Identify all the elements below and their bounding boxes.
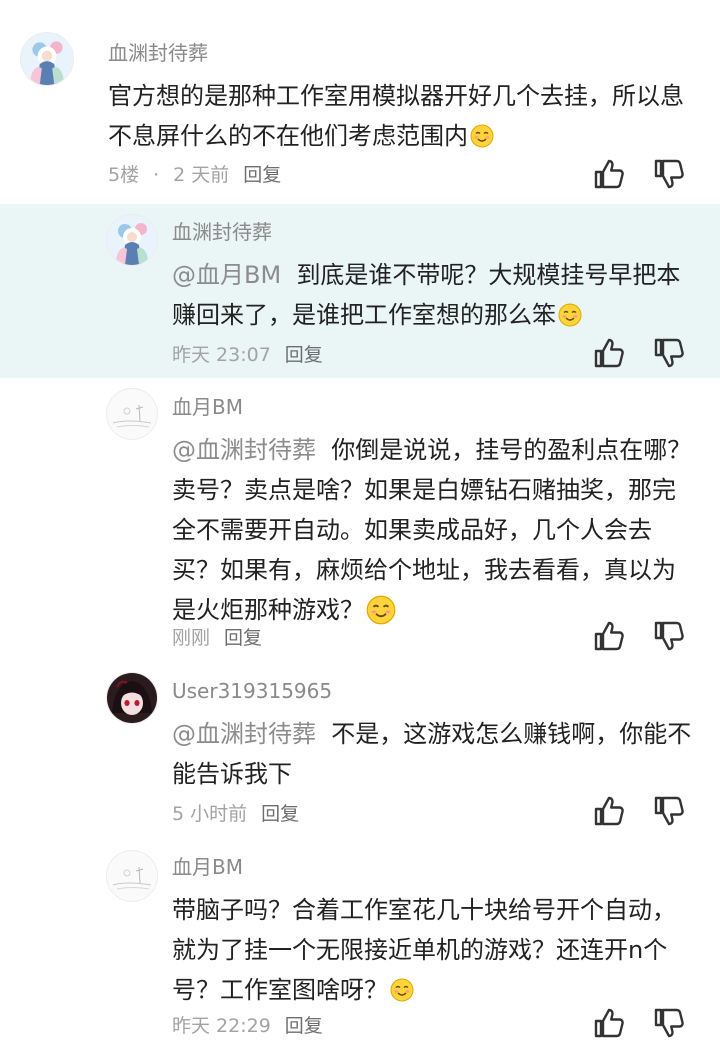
comment-meta: 刚刚 回复 [172, 626, 276, 650]
username[interactable]: 血渊封待葬 [108, 41, 208, 65]
reply-button[interactable]: 回复 [285, 344, 323, 366]
dislike-button[interactable] [652, 157, 686, 191]
thumbs-up-icon [592, 336, 626, 370]
comment-meta: 5 小时前 回复 [172, 802, 313, 826]
thumbs-down-icon [652, 336, 686, 370]
dislike-button[interactable] [652, 336, 686, 370]
timestamp: 昨天 23:07 [172, 344, 271, 366]
floor-number: 5楼 [108, 164, 140, 186]
thumbs-up-icon [592, 794, 626, 828]
comment-text: 官方想的是那种工作室用模拟器开好几个去挂，所以息不息屏什么的不在他们考虑范围内 [108, 76, 694, 156]
avatar[interactable] [106, 672, 158, 724]
username[interactable]: User319315965 [172, 679, 332, 703]
avatar[interactable] [106, 850, 158, 902]
reply-button[interactable]: 回复 [243, 164, 281, 186]
mention-link[interactable]: @血月BM [172, 261, 281, 289]
thumbs-down-icon [652, 619, 686, 653]
comment-meta: 昨天 22:29 回复 [172, 1014, 337, 1038]
reply-button[interactable]: 回复 [285, 1015, 323, 1037]
thumbs-up-icon [592, 1006, 626, 1040]
like-button[interactable] [592, 1006, 626, 1040]
reply-item: 血月BM @血渊封待葬 你倒是说说，挂号的盈利点在哪？卖号？卖点是啥？如果是白嫖… [0, 378, 720, 662]
timestamp: 5 小时前 [172, 803, 248, 825]
mention-link[interactable]: @血渊封待葬 [172, 436, 316, 464]
comment-body: 官方想的是那种工作室用模拟器开好几个去挂，所以息不息屏什么的不在他们考虑范围内 [108, 82, 684, 150]
mention-link[interactable]: @血渊封待葬 [172, 720, 316, 748]
smile-emoji-icon [558, 303, 582, 327]
avatar-image [107, 215, 157, 265]
smile-emoji-icon [366, 595, 396, 625]
avatar-image [107, 389, 157, 439]
comment-meta: 昨天 23:07 回复 [172, 343, 337, 367]
comment-body: 带脑子吗？合着工作室花几十块给号开个自动，就为了挂一个无限接近单机的游戏？还连开… [172, 896, 676, 1004]
avatar[interactable] [106, 388, 158, 440]
like-button[interactable] [592, 794, 626, 828]
comment-item: 血渊封待葬 官方想的是那种工作室用模拟器开好几个去挂，所以息不息屏什么的不在他们… [0, 0, 720, 204]
timestamp: 2 天前 [173, 164, 230, 186]
reply-item: User319315965 @血渊封待葬 不是，这游戏怎么赚钱啊，你能不能告诉我… [0, 662, 720, 842]
like-button[interactable] [592, 336, 626, 370]
avatar[interactable] [20, 32, 74, 86]
comment-text: @血渊封待葬 你倒是说说，挂号的盈利点在哪？卖号？卖点是啥？如果是白嫖钻石赌抽奖… [172, 430, 692, 630]
timestamp: 刚刚 [172, 627, 211, 649]
avatar-image [21, 33, 73, 85]
smile-emoji-icon [470, 124, 494, 148]
comment-body: 你倒是说说，挂号的盈利点在哪？卖号？卖点是啥？如果是白嫖钻石赌抽奖，那完全不需要… [172, 436, 692, 624]
like-button[interactable] [592, 619, 626, 653]
username[interactable]: 血月BM [172, 395, 243, 419]
like-button[interactable] [592, 157, 626, 191]
avatar[interactable] [106, 214, 158, 266]
meta-separator: · [153, 164, 160, 186]
smile-emoji-icon [390, 978, 414, 1002]
comment-meta: 5楼 · 2 天前 回复 [108, 163, 295, 187]
username[interactable]: 血月BM [172, 855, 243, 879]
reply-item: 血月BM 带脑子吗？合着工作室花几十块给号开个自动，就为了挂一个无限接近单机的游… [0, 842, 720, 1043]
thumbs-down-icon [652, 794, 686, 828]
thumbs-down-icon [652, 157, 686, 191]
thumbs-up-icon [592, 157, 626, 191]
avatar-image [107, 673, 157, 723]
dislike-button[interactable] [652, 619, 686, 653]
reply-button[interactable]: 回复 [224, 627, 262, 649]
reply-button[interactable]: 回复 [261, 803, 299, 825]
thumbs-down-icon [652, 1006, 686, 1040]
dislike-button[interactable] [652, 1006, 686, 1040]
thumbs-up-icon [592, 619, 626, 653]
comment-text: @血月BM 到底是谁不带呢？大规模挂号早把本赚回来了，是谁把工作室想的那么笨 [172, 255, 692, 335]
comment-text: @血渊封待葬 不是，这游戏怎么赚钱啊，你能不能告诉我下 [172, 714, 692, 794]
dislike-button[interactable] [652, 794, 686, 828]
reply-item-highlighted: 血渊封待葬 @血月BM 到底是谁不带呢？大规模挂号早把本赚回来了，是谁把工作室想… [0, 204, 720, 378]
comment-text: 带脑子吗？合着工作室花几十块给号开个自动，就为了挂一个无限接近单机的游戏？还连开… [172, 890, 692, 1010]
username[interactable]: 血渊封待葬 [172, 220, 272, 244]
avatar-image [107, 851, 157, 901]
timestamp: 昨天 22:29 [172, 1015, 271, 1037]
